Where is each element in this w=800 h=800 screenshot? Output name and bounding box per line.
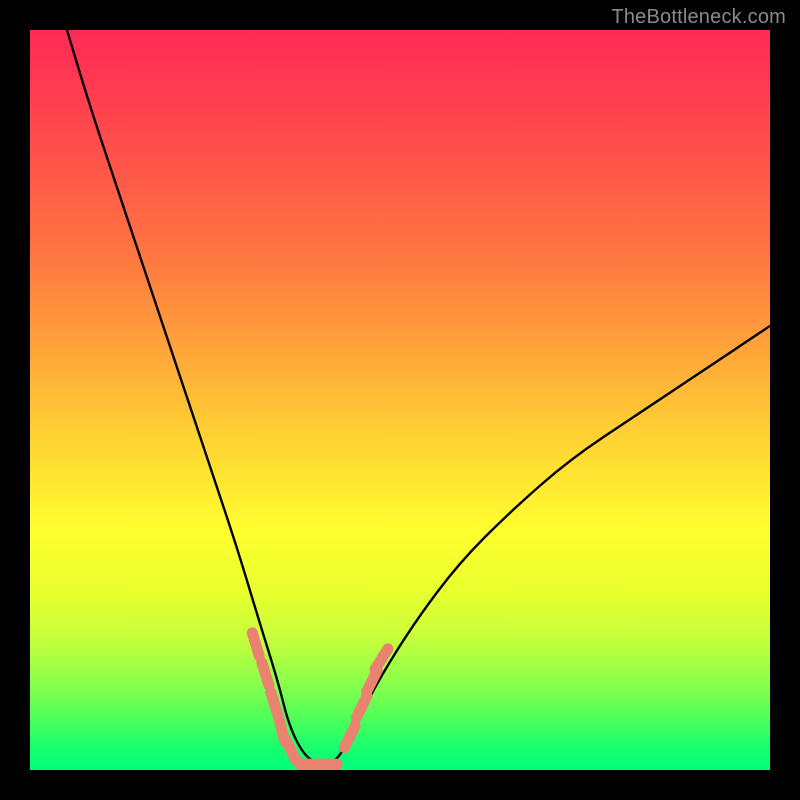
highlight-bead xyxy=(262,662,269,685)
highlight-beads xyxy=(252,633,388,760)
highlight-bead xyxy=(356,696,367,717)
curve-layer xyxy=(30,30,770,770)
watermark-text: TheBottleneck.com xyxy=(611,6,786,29)
highlight-bead xyxy=(285,739,296,760)
bottleneck-curve xyxy=(67,30,770,764)
highlight-bead xyxy=(344,726,355,747)
chart-stage: TheBottleneck.com xyxy=(0,0,800,800)
highlight-bead xyxy=(271,692,278,715)
highlight-bead xyxy=(252,633,259,656)
plot-area xyxy=(30,30,770,770)
highlight-bead xyxy=(375,649,388,669)
